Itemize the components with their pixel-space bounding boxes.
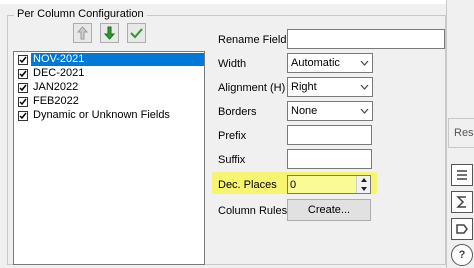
prefix-label: Prefix: [218, 130, 247, 142]
borders-select[interactable]: None: [287, 101, 373, 121]
list-item-label: JAN2022: [33, 81, 79, 93]
dec-places-label: Dec. Places: [218, 179, 277, 191]
list-item-checkbox[interactable]: [18, 68, 28, 79]
borders-select-value: None: [291, 105, 318, 117]
checkmark-icon: [19, 98, 27, 105]
results-tab-label: Res: [454, 127, 474, 139]
checkmark-icon: [19, 70, 27, 77]
checkmark-icon: [19, 56, 27, 63]
sigma-icon[interactable]: [451, 191, 473, 213]
prefix-input[interactable]: [287, 125, 372, 145]
suffix-label: Suffix: [218, 154, 246, 166]
create-button-label: Create...: [307, 204, 351, 216]
column-list[interactable]: NOV-2021 DEC-2021 JAN2022 FEB2022 Dynami…: [13, 51, 205, 265]
checkmark-icon: [19, 84, 27, 91]
create-rule-button[interactable]: Create...: [287, 199, 371, 221]
list-view-icon[interactable]: [451, 164, 473, 186]
list-item-checkbox[interactable]: [18, 82, 28, 93]
list-item-checkbox[interactable]: [18, 96, 28, 107]
check-all-button[interactable]: [127, 23, 146, 43]
stepper-down-button[interactable]: [357, 184, 370, 193]
triangle-down-icon: [360, 186, 367, 191]
alignment-select-value: Right: [291, 81, 317, 93]
chevron-down-icon: [356, 60, 372, 66]
help-icon[interactable]: ?: [451, 244, 473, 266]
arrow-up-icon: [77, 26, 88, 40]
alignment-label: Alignment (H): [218, 82, 286, 94]
top-strip: [0, 0, 446, 4]
checkmark-icon: [19, 112, 27, 119]
dec-places-stepper[interactable]: 0: [287, 175, 371, 194]
dec-places-value: 0: [290, 178, 297, 191]
chevron-down-icon: [356, 84, 372, 90]
list-item[interactable]: NOV-2021: [15, 53, 204, 66]
tag-icon[interactable]: [451, 218, 473, 240]
list-item[interactable]: Dynamic or Unknown Fields: [15, 109, 204, 122]
width-select-value: Automatic: [291, 57, 340, 69]
rename-field-input[interactable]: [287, 29, 445, 49]
list-item-label: FEB2022: [33, 95, 79, 107]
borders-label: Borders: [218, 106, 257, 118]
checkmark-icon: [130, 28, 143, 39]
move-down-button[interactable]: [100, 23, 119, 43]
alignment-select[interactable]: Right: [287, 77, 373, 97]
list-item-checkbox[interactable]: [18, 54, 28, 65]
list-item[interactable]: FEB2022: [15, 95, 204, 108]
list-item-label: Dynamic or Unknown Fields: [33, 109, 170, 121]
results-tab[interactable]: Res: [448, 118, 474, 148]
list-item[interactable]: DEC-2021: [15, 67, 204, 80]
rename-field-label: Rename Field: [218, 34, 287, 46]
list-item-label: DEC-2021: [33, 67, 85, 79]
triangle-up-icon: [360, 178, 367, 183]
list-item[interactable]: JAN2022: [15, 81, 204, 94]
list-item-label: NOV-2021: [31, 53, 204, 66]
width-label: Width: [218, 58, 247, 70]
move-up-button[interactable]: [73, 23, 92, 43]
group-title: Per Column Configuration: [14, 8, 147, 20]
chevron-down-icon: [356, 108, 372, 114]
list-item-checkbox[interactable]: [18, 110, 28, 121]
width-select[interactable]: Automatic: [287, 53, 373, 73]
arrow-down-icon: [104, 26, 115, 40]
suffix-input[interactable]: [287, 149, 372, 169]
column-rules-label: Column Rules: [218, 205, 288, 217]
stepper-up-button[interactable]: [357, 176, 370, 185]
